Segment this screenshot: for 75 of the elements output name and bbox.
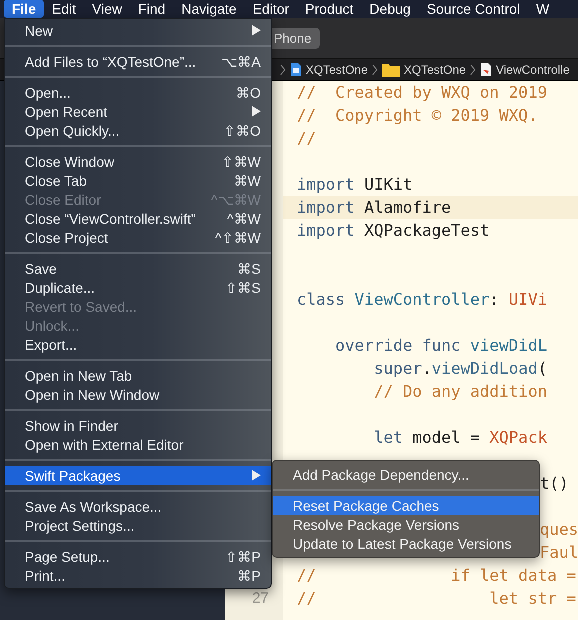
menu-item[interactable]: Duplicate... ⇧⌘S <box>5 278 271 297</box>
menu-title[interactable]: Editor <box>244 0 298 18</box>
code-line: super.viewDidLoad( <box>373 358 548 380</box>
shortcut-label: ⌘S <box>238 260 261 276</box>
menu-item[interactable]: Open in New Window <box>5 385 271 404</box>
shortcut-label: ⇧⌘P <box>226 548 261 564</box>
swift-file-icon <box>480 62 492 77</box>
shortcut-label: ⌘P <box>238 568 261 584</box>
menu-item[interactable]: Page Setup... ⇧⌘P <box>5 547 271 566</box>
code-line: import UIKit <box>297 174 413 196</box>
code-line: let model = XQPack <box>373 427 548 449</box>
chevron-icon <box>372 64 378 76</box>
shortcut-label: ^⇧⌘W <box>215 230 261 246</box>
shortcut-label: ⌘W <box>234 172 261 188</box>
menu-title[interactable]: Product <box>297 0 362 18</box>
menu-item[interactable]: Save As Workspace... <box>5 497 271 516</box>
shortcut-label: ⌘O <box>236 84 261 100</box>
menu-item[interactable]: Reset Package Caches <box>273 496 539 515</box>
chevron-icon <box>470 64 476 76</box>
menu-item[interactable]: Close Project ^⇧⌘W <box>5 228 271 247</box>
code-line: import Alamofire <box>297 197 452 219</box>
code-line: import XQPackageTest <box>297 220 490 242</box>
menu-item[interactable]: Update to Latest Package Versions <box>273 534 539 553</box>
menu-item[interactable]: Save ⌘S <box>5 259 271 278</box>
folder-icon <box>382 62 400 77</box>
document-icon <box>290 62 302 77</box>
code-line: // Created by WXQ on 2019 <box>297 82 548 104</box>
shortcut-label: ^⌘W <box>227 210 261 226</box>
shortcut-label: ⇧⌘O <box>224 122 261 138</box>
submenu-arrow-icon <box>252 25 261 36</box>
breadcrumb-item[interactable]: ViewControlle <box>496 62 570 76</box>
menu-item[interactable]: Close “ViewController.swift” ^⌘W <box>5 209 271 228</box>
submenu-arrow-icon <box>252 106 261 117</box>
menu-item[interactable]: Export... <box>5 335 271 354</box>
code-line: ques <box>540 519 578 541</box>
menu-item[interactable]: Add Package Dependency... <box>273 465 539 484</box>
menu-item[interactable]: Open Quickly... ⇧⌘O <box>5 121 271 140</box>
menu-item[interactable]: Print... ⌘P <box>5 566 271 585</box>
code-line: // Do any addition <box>373 381 548 403</box>
menu-title[interactable]: Find <box>130 0 174 18</box>
menu-title[interactable]: View <box>84 0 130 18</box>
code-line: // let str = <box>297 588 576 610</box>
shortcut-label: ⇧⌘S <box>226 280 261 296</box>
menu-item[interactable]: Resolve Package Versions <box>273 515 539 534</box>
menu-item[interactable]: Open in New Tab <box>5 366 271 385</box>
code-line: // if let data = <box>297 565 576 587</box>
code-line: // <box>297 128 316 150</box>
menu-item[interactable]: Add Files to “XQTestOne”... ⌥⌘A <box>5 52 271 71</box>
menu-title[interactable]: Edit <box>44 0 84 18</box>
menu-title[interactable]: File <box>4 0 44 18</box>
shortcut-label: ⇧⌘W <box>222 154 261 170</box>
breadcrumb-item[interactable]: XQTestOne <box>404 62 466 76</box>
menu-item[interactable]: Open Recent <box>5 102 271 121</box>
menu-title[interactable]: Source Control <box>418 0 528 18</box>
code-line: t() <box>540 473 569 495</box>
menu-item[interactable]: Close Tab ⌘W <box>5 171 271 190</box>
menu-item[interactable]: Open with External Editor <box>5 435 271 454</box>
menu-item[interactable]: Open... ⌘O <box>5 83 271 102</box>
chevron-icon <box>280 64 286 76</box>
shortcut-label: ⌥⌘A <box>222 54 261 70</box>
menu-item[interactable]: Project Settings... <box>5 516 271 535</box>
breadcrumb-item[interactable]: XQTestOne <box>306 62 368 76</box>
code-line: // Copyright © 2019 WXQ. <box>297 105 538 127</box>
menu-item[interactable]: Show in Finder <box>5 416 271 435</box>
code-line: class ViewController: UIVi <box>297 289 548 311</box>
code-line: Faul <box>540 542 578 564</box>
submenu-arrow-icon <box>252 470 261 481</box>
menu-title[interactable]: W <box>528 0 558 18</box>
code-line: override func viewDidL <box>334 335 548 357</box>
shortcut-label: ^⌥⌘W <box>211 192 261 208</box>
line-number: 27 <box>252 590 269 607</box>
menu-item[interactable]: Swift Packages <box>5 466 271 485</box>
menu-title[interactable]: Navigate <box>174 0 245 18</box>
menu-title[interactable]: Debug <box>362 0 419 18</box>
menu-item[interactable]: Close Window ⇧⌘W <box>5 152 271 171</box>
